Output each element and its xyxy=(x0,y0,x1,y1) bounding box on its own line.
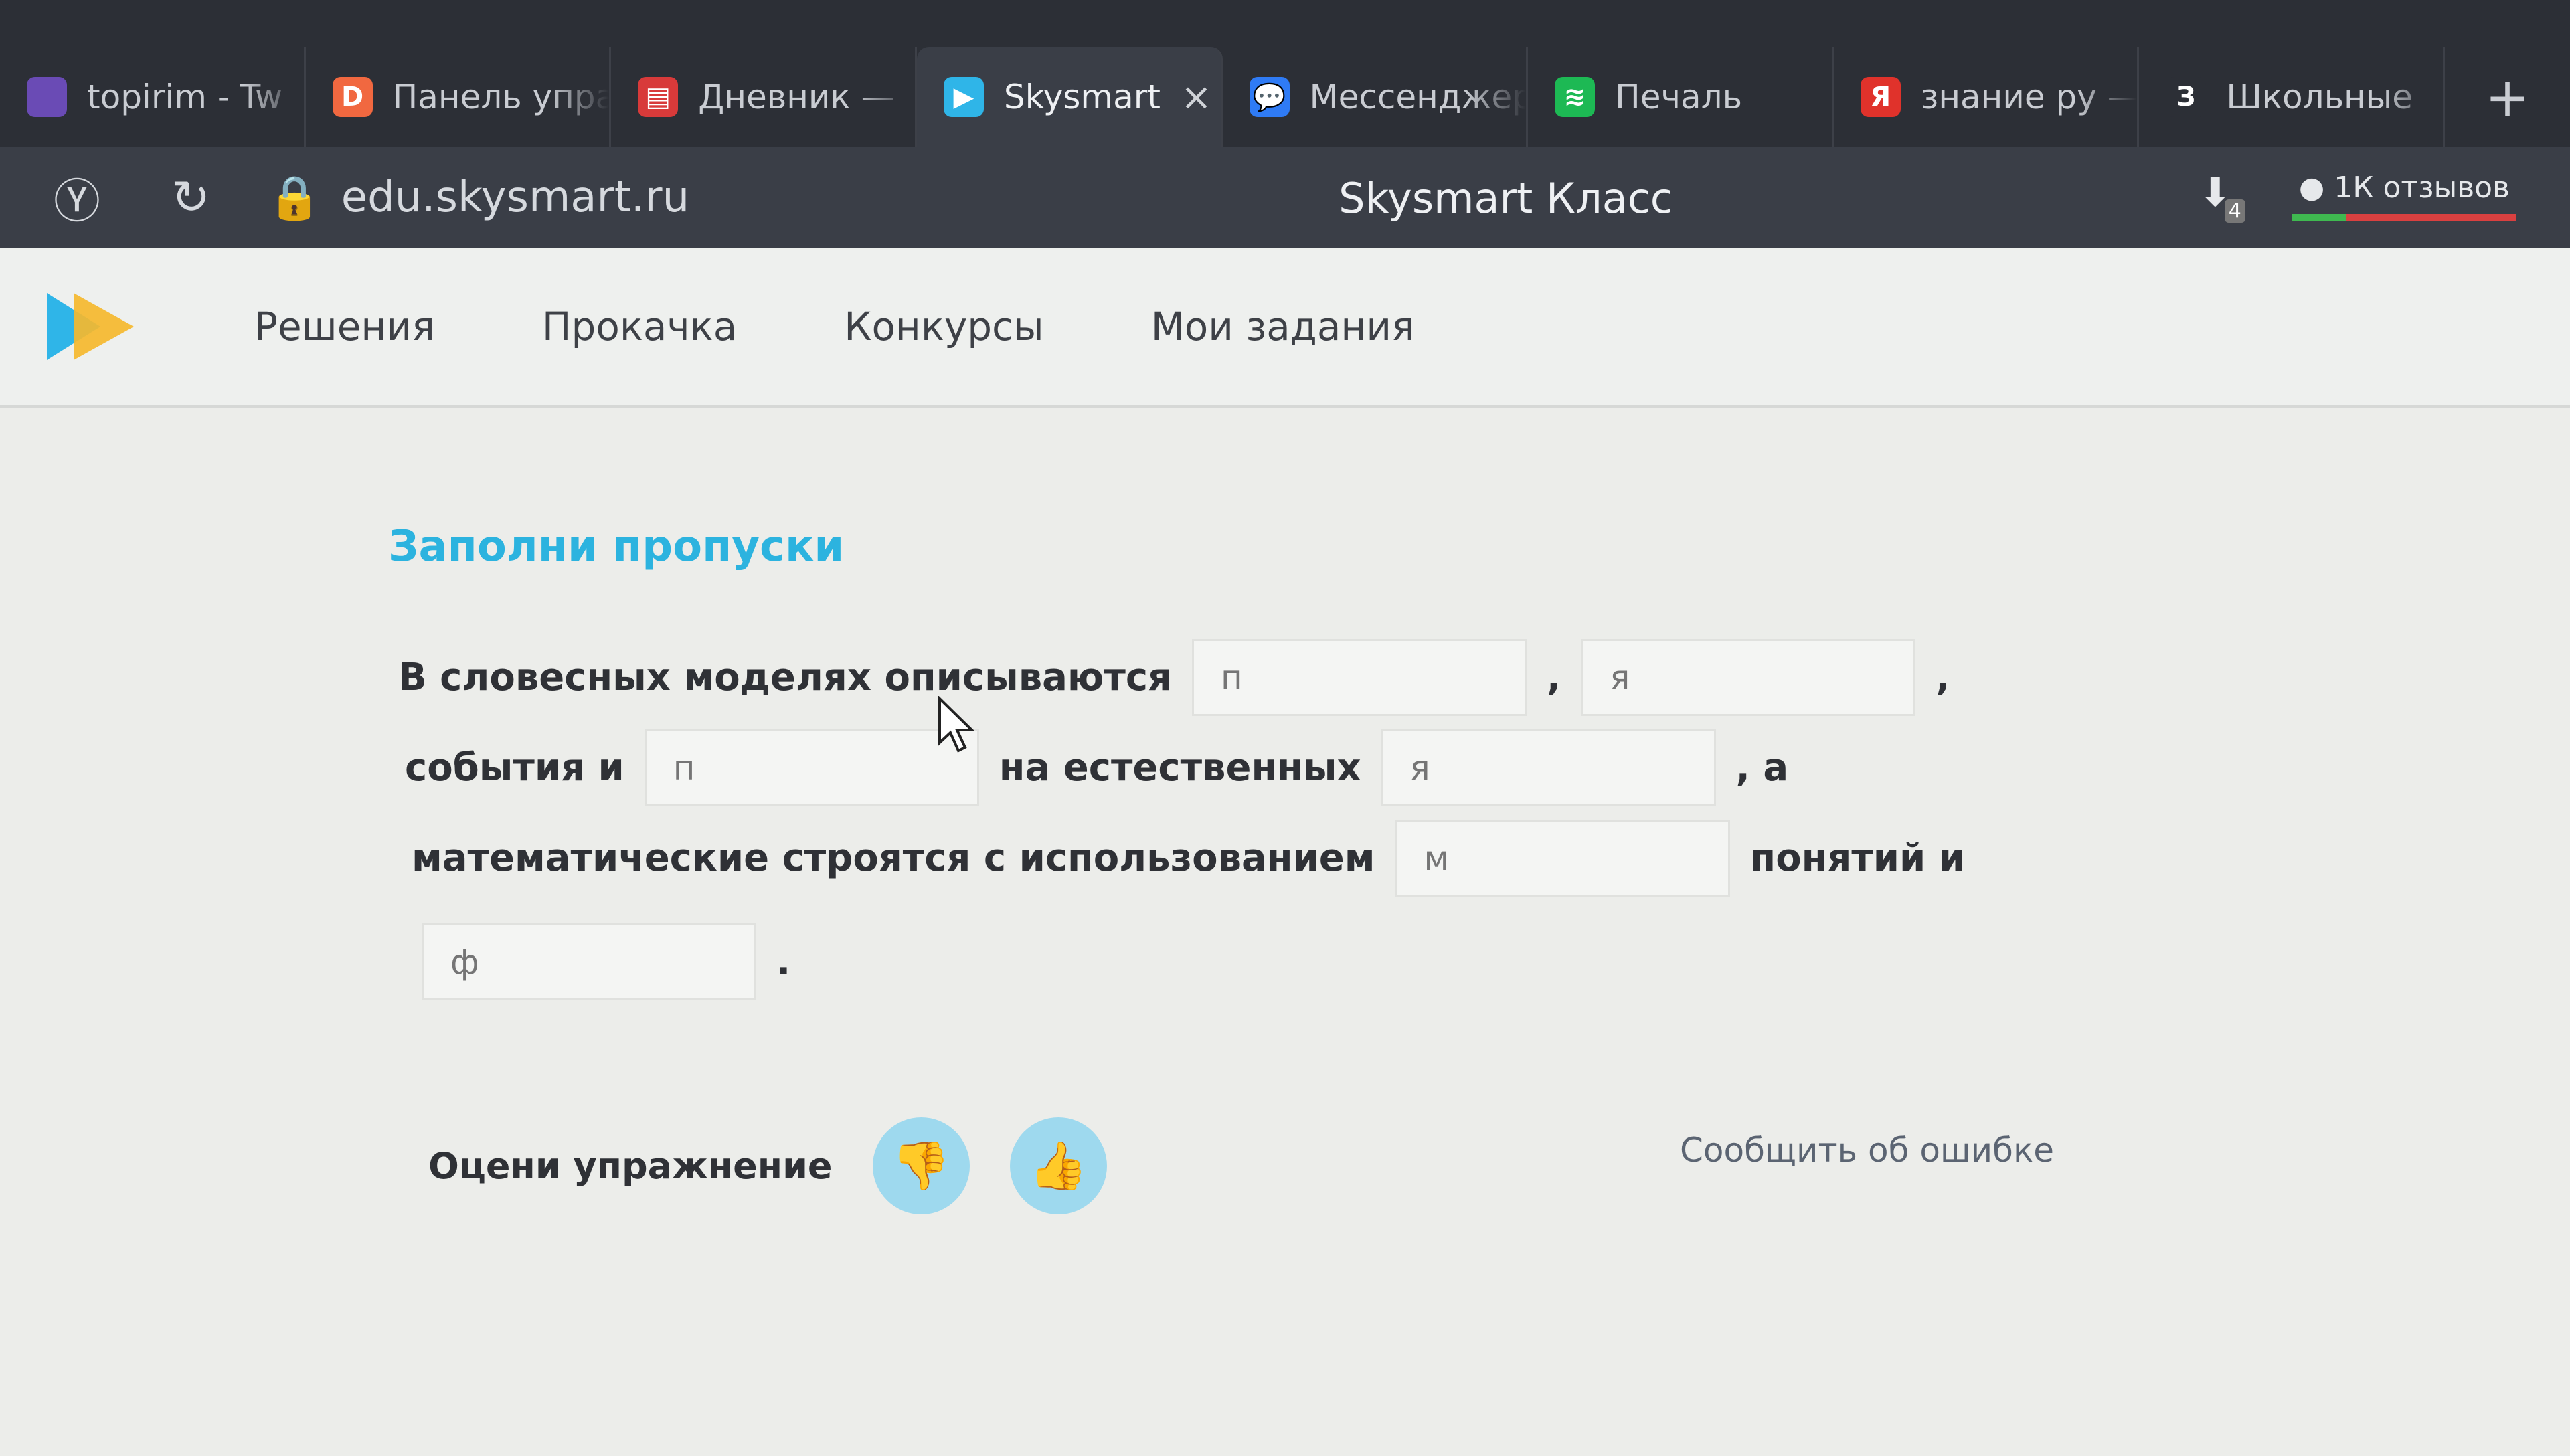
browser-tab[interactable]: ▤ Дневник — xyxy=(611,47,917,147)
twitch-icon xyxy=(27,77,67,117)
lock-icon: 🔒 xyxy=(268,173,321,223)
browser-toolbar: Ⓨ ↻ 🔒 edu.skysmart.ru Skysmart Класс ⬇ 4 … xyxy=(0,147,2570,248)
downloads-badge: 4 xyxy=(2224,199,2245,223)
browser-tab[interactable]: topirim - Tw xyxy=(0,47,306,147)
skysmart-logo[interactable] xyxy=(47,293,141,360)
gap-input-2[interactable] xyxy=(1581,639,1916,716)
sentence-text: В словесных моделях описываются xyxy=(398,656,1172,699)
chat-bubble-icon: ● xyxy=(2298,171,2325,205)
tab-label: Печаль xyxy=(1615,78,1743,116)
menu-item-solutions[interactable]: Решения xyxy=(254,304,435,349)
exercise-title: Заполни пропуски xyxy=(388,522,845,571)
downloads-icon[interactable]: ⬇ 4 xyxy=(2199,169,2245,223)
gap-input-1[interactable] xyxy=(1191,639,1527,716)
messenger-icon: 💬 xyxy=(1249,77,1290,117)
gap-input-4[interactable] xyxy=(1381,729,1716,806)
sentence-text: понятий и xyxy=(1749,836,1965,880)
punctuation: , xyxy=(1546,656,1561,699)
thumbs-up-icon: 👍 xyxy=(1029,1139,1088,1192)
menu-item-contests[interactable]: Конкурсы xyxy=(844,304,1043,349)
rating-block: Оцени упражнение 👎 👍 xyxy=(428,1117,1107,1214)
report-error-link[interactable]: Сообщить об ошибке xyxy=(1680,1131,2054,1170)
sentence-text: математические строятся с использованием xyxy=(412,836,1375,880)
menu-item-my-tasks[interactable]: Мои задания xyxy=(1151,304,1415,349)
exercise-line-2: события и на естественных , а xyxy=(405,729,1788,806)
tab-label: Skysmart xyxy=(1003,78,1161,116)
thumbs-down-button[interactable]: 👎 xyxy=(872,1117,970,1214)
thumbs-up-button[interactable]: 👍 xyxy=(1009,1117,1107,1214)
gap-input-5[interactable] xyxy=(1395,820,1730,897)
punctuation: , xyxy=(1936,656,1950,699)
gap-input-3[interactable] xyxy=(644,729,979,806)
spotify-icon: ≋ xyxy=(1555,77,1596,117)
browser-tab[interactable]: З Школьные xyxy=(2139,47,2445,147)
diary-icon: ▤ xyxy=(638,77,679,117)
skysmart-icon: ▶ xyxy=(943,77,984,117)
reviews-button[interactable]: ● 1К отзывов xyxy=(2292,164,2516,221)
close-tab-icon[interactable]: × xyxy=(1181,76,1212,119)
page-content: Решения Прокачка Конкурсы Мои задания За… xyxy=(0,248,2570,1456)
patreon-icon: D xyxy=(332,77,373,117)
main-menu: Решения Прокачка Конкурсы Мои задания xyxy=(254,304,1415,349)
browser-tab[interactable]: ▶ Skysmart × xyxy=(916,47,1223,147)
browser-tab-bar: topirim - Tw D Панель упра ▤ Дневник — ▶ Skysm… xyxy=(0,0,2570,147)
site-header: Решения Прокачка Конкурсы Мои задания xyxy=(0,248,2570,408)
punctuation: . xyxy=(776,940,791,984)
menu-item-training[interactable]: Прокачка xyxy=(542,304,737,349)
sentence-text: события и xyxy=(405,746,624,790)
browser-tab[interactable]: 💬 Мессенджер xyxy=(1223,47,1529,147)
browser-page-title: Skysmart Класс xyxy=(1339,174,1673,223)
browser-tab[interactable]: ≋ Печаль xyxy=(1528,47,1834,147)
address-text: edu.skysmart.ru xyxy=(341,173,690,222)
reviews-label: 1К отзывов xyxy=(2334,171,2510,205)
rating-label: Оцени упражнение xyxy=(428,1145,833,1187)
gap-input-6[interactable] xyxy=(422,923,756,1000)
browser-tab[interactable]: Язнание ру — xyxy=(1834,47,2140,147)
sentence-text: на естественных xyxy=(999,746,1361,790)
reload-icon[interactable]: ↻ xyxy=(154,161,228,234)
school-icon: З xyxy=(2166,77,2207,117)
thumbs-down-icon: 👎 xyxy=(891,1139,950,1192)
new-tab-icon[interactable]: + xyxy=(2445,47,2570,147)
sentence-text: , а xyxy=(1735,746,1789,790)
address-bar[interactable]: 🔒 edu.skysmart.ru xyxy=(268,173,689,223)
yandex-icon: Я xyxy=(1860,77,1901,117)
mouse-cursor-icon xyxy=(938,696,975,753)
yandex-home-icon[interactable]: Ⓨ xyxy=(40,161,114,234)
exercise-line-3: математические строятся с использованием… xyxy=(412,820,1965,897)
exercise-line-1: В словесных моделях описываются , , xyxy=(398,639,1950,716)
exercise-line-4: . xyxy=(422,923,790,1000)
browser-tab[interactable]: D Панель упра xyxy=(306,47,612,147)
